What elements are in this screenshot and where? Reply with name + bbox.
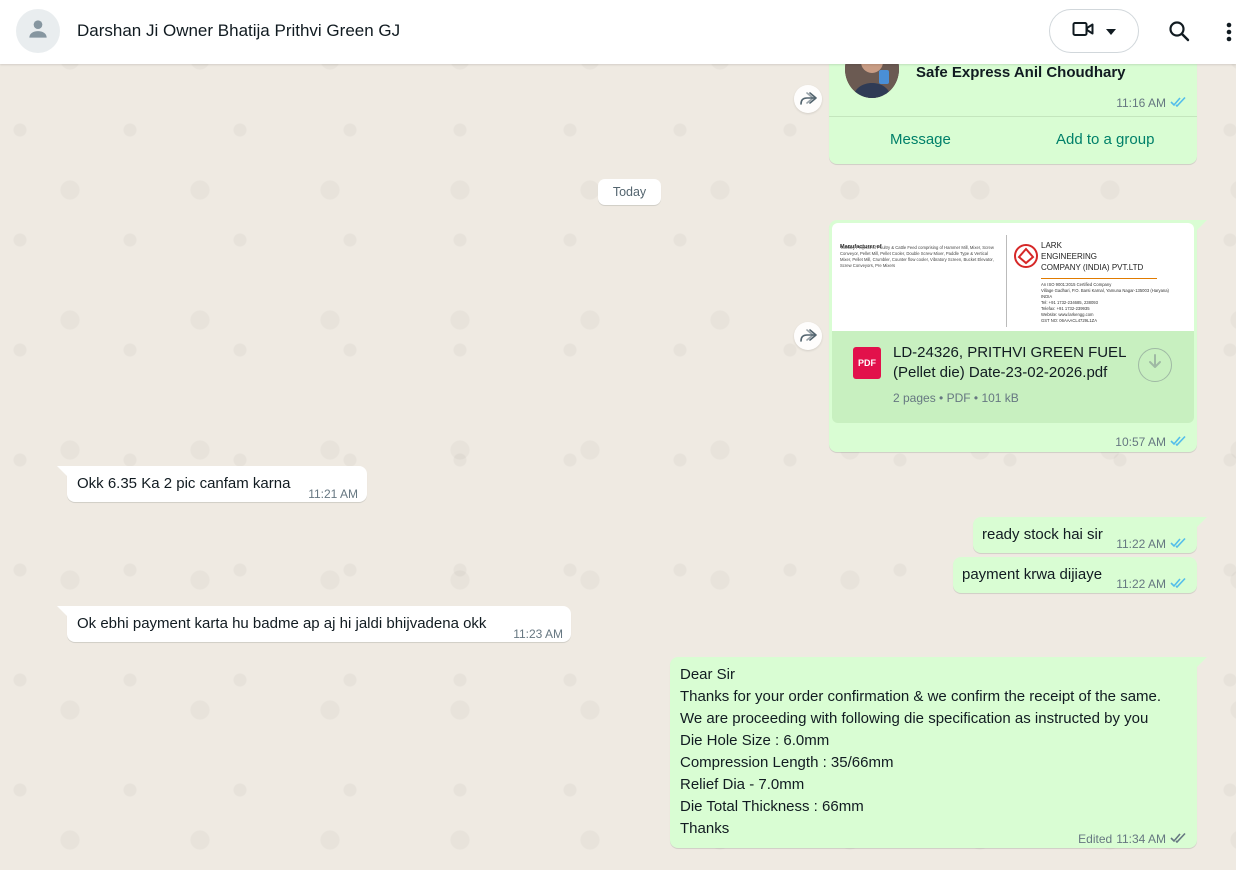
message-time: 11:34 AM [1116, 832, 1166, 846]
message-meta: 11:23 AM [513, 624, 563, 644]
double-check-icon [1170, 432, 1187, 452]
outgoing-message[interactable]: Dear Sir Thanks for your order confirmat… [670, 657, 1197, 848]
message-line: We are proceeding with following die spe… [680, 710, 1149, 727]
bubble-tail [1197, 220, 1207, 230]
message-time: 11:23 AM [513, 627, 563, 641]
message-text: ready stock hai sir [982, 526, 1103, 543]
message-time: 11:16 AM [1116, 96, 1166, 110]
message-meta: 11:22 AM [1116, 534, 1187, 554]
pdf-file-icon: PDF [853, 347, 881, 379]
message-line: Die Hole Size : 6.0mm [680, 732, 830, 749]
preview-rule [1041, 278, 1157, 279]
message-meta: 10:57 AM [1115, 432, 1187, 452]
download-arrow-icon [1148, 354, 1162, 376]
video-camera-icon [1072, 20, 1094, 43]
document-file-meta: 2 pages • PDF • 101 kB [893, 391, 1019, 405]
message-time: 11:22 AM [1116, 577, 1166, 591]
outgoing-message[interactable]: ready stock hai sir 11:22 AM [973, 517, 1197, 553]
document-preview[interactable]: Manufacturer of Turnkey Projects of Poul… [832, 223, 1194, 331]
message-line: Relief Dia - 7.0mm [680, 776, 805, 793]
message-contact-button[interactable]: Message [890, 130, 951, 150]
double-check-icon [1170, 534, 1187, 554]
date-divider: Today [598, 179, 661, 205]
company-line: COMPANY (INDIA) PVT.LTD [1041, 263, 1144, 272]
contact-avatar[interactable] [16, 9, 60, 53]
message-time: 11:21 AM [308, 487, 358, 501]
incoming-message[interactable]: Okk 6.35 Ka 2 pic canfam karna 11:21 AM [67, 466, 367, 502]
search-icon[interactable] [1166, 18, 1192, 44]
person-icon [25, 16, 51, 47]
company-logo-icon [1013, 243, 1039, 275]
preview-manufacturer-text: Turnkey Projects of Poultry & Cattle Fee… [840, 245, 994, 268]
message-meta: Edited 11:34 AM [1078, 829, 1187, 849]
document-message-bubble: Manufacturer of Turnkey Projects of Poul… [829, 220, 1197, 452]
document-file-name: LD-24326, PRITHVI GREEN FUEL (Pellet die… [893, 344, 1126, 381]
chat-header: Darshan Ji Owner Bhatija Prithvi Green G… [0, 0, 1236, 64]
message-text-block: Dear Sir Thanks for your order confirmat… [680, 664, 1161, 840]
preview-line: GST NO: 06AAACL4729L1ZA [1041, 318, 1098, 323]
company-line: LARK [1041, 241, 1062, 250]
company-name-block: LARK ENGINEERING COMPANY (INDIA) PVT.LTD [1041, 240, 1143, 273]
message-text: Ok ebhi payment karta hu badme ap aj hi … [77, 615, 487, 632]
bubble-tail [57, 606, 67, 616]
message-meta: 11:21 AM [308, 484, 358, 504]
double-check-icon [1170, 829, 1187, 849]
card-divider [829, 116, 1197, 117]
message-meta: 11:22 AM [1116, 574, 1187, 594]
preview-divider [1006, 235, 1007, 327]
more-options-icon[interactable] [1222, 18, 1236, 46]
message-text: payment krwa dijiaye [962, 566, 1103, 583]
company-line: ENGINEERING [1041, 252, 1098, 261]
double-check-icon [1170, 574, 1187, 594]
video-call-button[interactable] [1049, 9, 1139, 53]
bubble-tail [1197, 517, 1207, 527]
message-line: Thanks for your order confirmation & we … [680, 688, 1162, 705]
bubble-tail [57, 466, 67, 476]
message-text: Okk 6.35 Ka 2 pic canfam karna [77, 475, 291, 492]
bubble-tail [1197, 657, 1207, 667]
message-time: 10:57 AM [1115, 435, 1166, 449]
document-file-row[interactable]: PDF LD-24326, PRITHVI GREEN FUEL (Pellet… [832, 331, 1194, 423]
chevron-down-icon [1106, 22, 1116, 40]
incoming-message[interactable]: Ok ebhi payment karta hu badme ap aj hi … [67, 606, 571, 642]
forward-icon[interactable] [794, 322, 822, 350]
message-line: Die Total Thickness : 66mm [680, 798, 864, 815]
edited-label: Edited [1078, 832, 1113, 846]
forward-icon[interactable] [794, 85, 822, 113]
contact-name[interactable]: Darshan Ji Owner Bhatija Prithvi Green G… [77, 21, 400, 41]
contact-card-name: Safe Express Anil Choudhary [916, 64, 1126, 81]
message-line: Dear Sir [680, 666, 736, 683]
message-meta: 11:16 AM [1116, 93, 1187, 113]
company-address-block: An ISO 9001:2015 Certified Company Villa… [1041, 282, 1181, 324]
add-to-group-button[interactable]: Add to a group [1056, 130, 1154, 150]
message-time: 11:22 AM [1116, 537, 1166, 551]
preview-line: Village Gadhari, P.O. Barsi Karnal, Yamu… [1041, 288, 1169, 299]
pdf-badge: PDF [858, 358, 876, 368]
download-button[interactable] [1138, 348, 1172, 382]
outgoing-message[interactable]: payment krwa dijiaye 11:22 AM [953, 557, 1197, 593]
double-check-icon [1170, 93, 1187, 113]
message-line: Compression Length : 35/66mm [680, 754, 894, 771]
contact-card-bubble: Safe Express Anil Choudhary 11:16 AM Mes… [829, 40, 1197, 164]
